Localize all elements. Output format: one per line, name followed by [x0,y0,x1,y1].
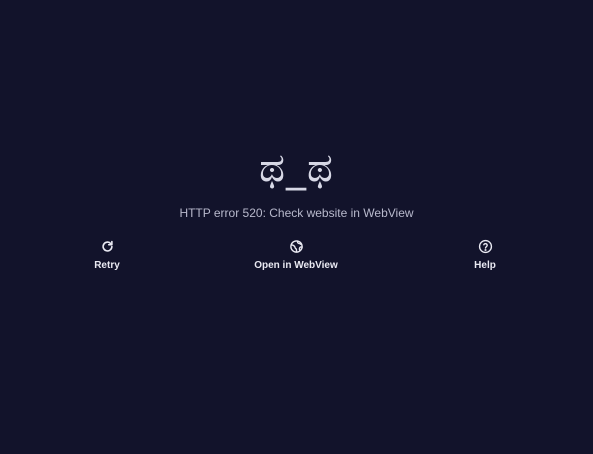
help-label: Help [474,260,496,271]
open-in-webview-button[interactable]: Open in WebView [226,238,366,280]
help-circle-icon [477,238,493,254]
error-screen: ಥ_ಥ HTTP error 520: Check website in Web… [0,0,593,454]
globe-icon [288,238,304,254]
retry-label: Retry [94,260,120,271]
refresh-icon [99,238,115,254]
open-in-webview-label: Open in WebView [254,260,338,271]
retry-button[interactable]: Retry [37,238,177,280]
error-message: HTTP error 520: Check website in WebView [179,206,414,220]
help-button[interactable]: Help [415,238,555,280]
error-emoticon: ಥ_ಥ [259,145,334,191]
